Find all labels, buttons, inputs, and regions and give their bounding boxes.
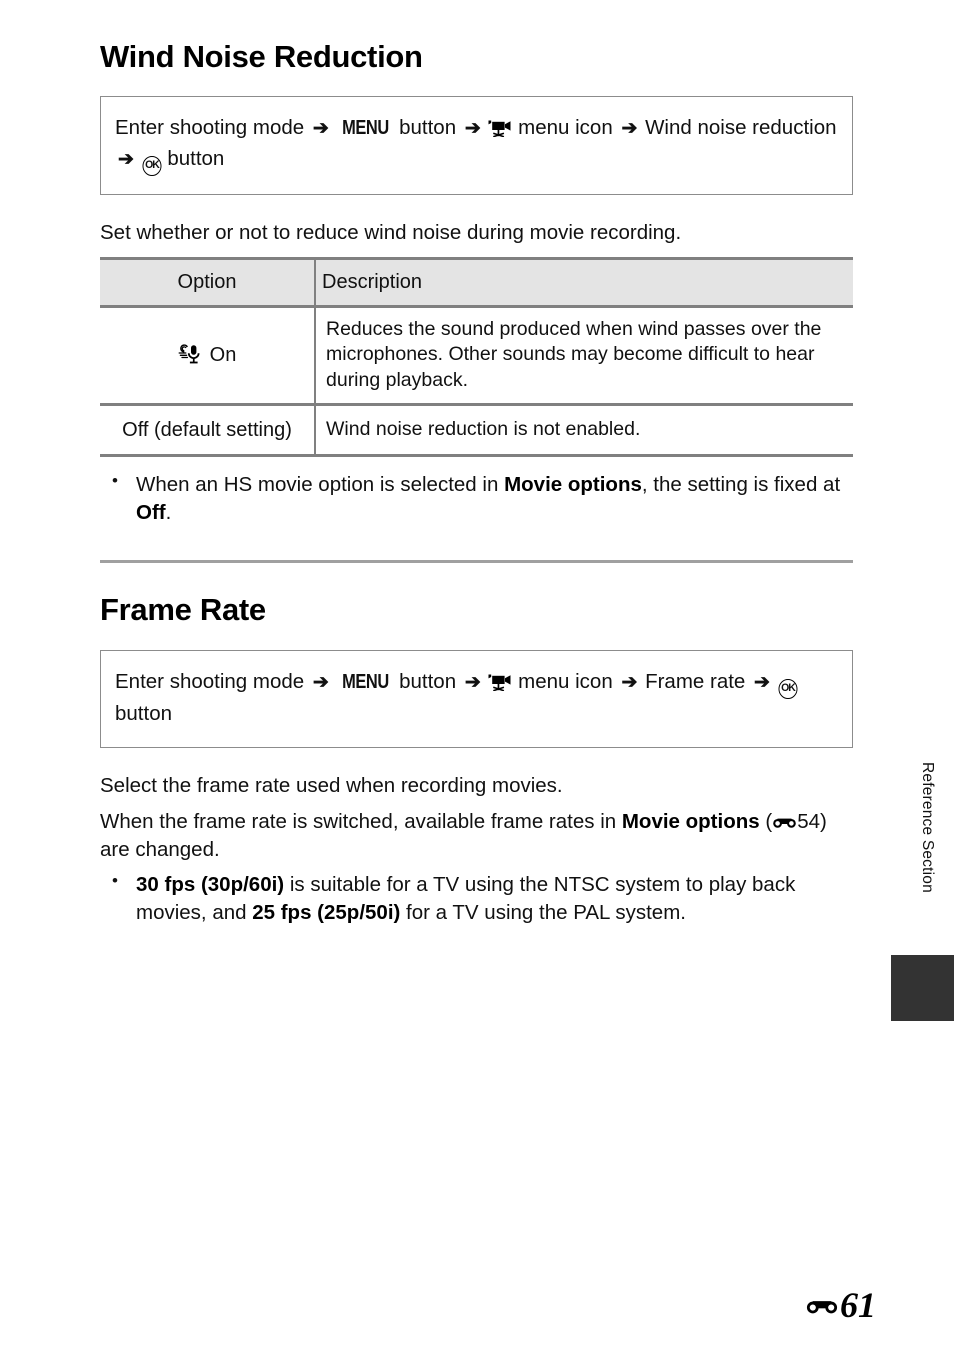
bullet-bold-25fps: 25 fps (25p/50i) [252, 900, 401, 924]
e-reference-icon [772, 809, 797, 828]
wind-mic-icon [178, 343, 206, 365]
paragraph-bold-movie-options: Movie options [621, 809, 760, 833]
page-footer: 61 [805, 1287, 876, 1323]
table-cell-description-off: Wind noise reduction is not enabled. [315, 404, 853, 458]
nav-text-button-1: button [399, 116, 457, 140]
frame-rate-paragraph-2: When the frame rate is switched, availab… [100, 808, 853, 863]
section-title-frame-rate: Frame Rate [100, 592, 266, 628]
bullet-bold-movie-options: Movie options [504, 473, 642, 497]
nav-text-enter-shooting-mode: Enter shooting mode [115, 116, 305, 140]
arrow-icon: ➔ [464, 118, 481, 140]
table-cell-option-on-label: On [209, 343, 237, 366]
table-header-option: Option [100, 256, 316, 308]
table-cell-description-on: Reduces the sound produced when wind pas… [315, 306, 853, 406]
table-header-description: Description [315, 256, 853, 308]
side-section-label: Reference Section [919, 762, 936, 893]
bullet-text-pre: When an HS movie option is selected in [136, 473, 505, 497]
ok-button-icon: OK [142, 155, 162, 176]
arrow-icon: ➔ [312, 671, 329, 693]
menu-button-icon: MENU [341, 117, 389, 140]
e-reference-icon [805, 1295, 839, 1315]
bullet-text-mid: , the setting is fixed at [641, 473, 841, 497]
arrow-icon: ➔ [312, 118, 329, 140]
movie-menu-icon [488, 116, 512, 138]
list-item: 30 fps (30p/60i) is suitable for a TV us… [100, 870, 853, 926]
wind-noise-notes-list: When an HS movie option is selected in M… [100, 470, 853, 526]
nav-text-wind-noise-reduction: Wind noise reduction [645, 116, 837, 140]
frame-rate-notes-list: 30 fps (30p/60i) is suitable for a TV us… [100, 870, 853, 926]
menu-button-icon: MENU [341, 670, 389, 693]
nav-text-button-2: button [167, 146, 225, 170]
nav-text-menu-icon-1: menu icon [518, 116, 613, 140]
page-number: 61 [840, 1285, 876, 1325]
document-page: Wind Noise Reduction Enter shooting mode… [0, 0, 954, 1345]
arrow-icon: ➔ [621, 671, 637, 693]
intro-paragraph-wind-noise: Set whether or not to reduce wind noise … [100, 220, 682, 244]
wind-noise-options-table: Option Description On Reduces the sound … [100, 256, 853, 458]
navigation-path-box-wind-noise: Enter shooting mode ➔ MENU button ➔ menu… [100, 96, 853, 195]
bullet-text-post: . [165, 500, 172, 524]
arrow-icon: ➔ [118, 148, 134, 170]
table-cell-option-off: Off (default setting) [100, 404, 316, 458]
table-cell-option-on: On [100, 306, 316, 406]
nav-text-enter-shooting-mode: Enter shooting mode [115, 669, 305, 693]
arrow-icon: ➔ [754, 671, 770, 693]
nav-text-button-1: button [399, 669, 457, 693]
movie-menu-icon [488, 670, 512, 692]
arrow-icon: ➔ [464, 671, 481, 693]
paragraph-text-mid: ( [759, 809, 773, 833]
nav-text-button-2: button [115, 701, 172, 725]
ok-button-icon: OK [778, 678, 798, 699]
frame-rate-paragraph-1: Select the frame rate used when recordin… [100, 774, 563, 798]
bullet-text-post: for a TV using the PAL system. [400, 900, 686, 924]
section-title-wind-noise-reduction: Wind Noise Reduction [100, 39, 423, 74]
arrow-icon: ➔ [621, 118, 637, 140]
page-content: Wind Noise Reduction Enter shooting mode… [100, 39, 853, 929]
table-row: On Reduces the sound produced when wind … [100, 306, 853, 406]
side-section-tab [891, 955, 954, 1021]
paragraph-ref-page: 54 [797, 809, 820, 833]
navigation-path-box-frame-rate: Enter shooting mode ➔ MENU button ➔ menu… [100, 649, 853, 749]
section-divider [100, 560, 853, 564]
bullet-bold-30fps: 30 fps (30p/60i) [136, 873, 285, 897]
paragraph-text-pre: When the frame rate is switched, availab… [100, 809, 622, 833]
table-header-row: Option Description [100, 256, 853, 308]
list-item: When an HS movie option is selected in M… [100, 470, 853, 526]
nav-text-frame-rate: Frame rate [645, 669, 746, 693]
bullet-bold-off: Off [136, 500, 166, 524]
nav-text-menu-icon-2: menu icon [518, 669, 613, 693]
table-row: Off (default setting) Wind noise reducti… [100, 404, 853, 458]
